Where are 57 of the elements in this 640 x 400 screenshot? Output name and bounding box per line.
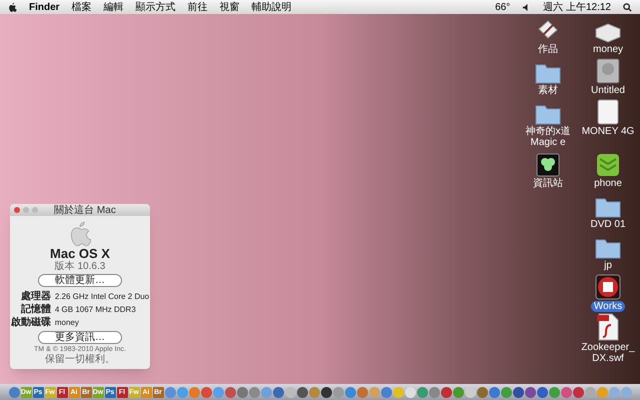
dock-app-icon[interactable] <box>536 386 548 398</box>
clover-icon <box>536 153 560 177</box>
folder-icon <box>595 237 621 259</box>
menu-item[interactable]: 輔助說明 <box>252 0 292 14</box>
folder-icon <box>535 103 561 125</box>
rights-text: 保留一切權利。 <box>45 354 115 365</box>
flash-file-icon <box>596 313 620 341</box>
spec-label: 記憶體 <box>20 304 51 315</box>
search-icon[interactable] <box>623 2 632 12</box>
menu-clock[interactable]: 週六 上午12:12 <box>543 0 611 14</box>
drive-icon <box>594 23 622 43</box>
minimize-button[interactable] <box>23 207 29 213</box>
os-name: Mac OS X <box>50 246 110 261</box>
temperature-reading[interactable]: 66° <box>495 0 510 14</box>
icon-label[interactable]: 作品 <box>535 44 561 55</box>
menu-item[interactable]: 檔案 <box>72 0 92 14</box>
dock-app-icon[interactable] <box>572 386 584 398</box>
icon-label[interactable]: 素材 <box>535 85 561 96</box>
folder-icon <box>535 62 561 84</box>
icon-label[interactable]: Works <box>590 301 626 312</box>
icon-label[interactable]: money <box>590 44 626 55</box>
icon-label[interactable]: Zookeeper_DX.swf <box>578 342 638 364</box>
apple-logo-icon <box>69 220 91 246</box>
icon-label[interactable]: 神奇的x道 Magic e <box>518 126 578 148</box>
dock-app-icon[interactable] <box>440 386 452 398</box>
close-button[interactable] <box>14 207 20 213</box>
apple-icon[interactable] <box>8 2 17 12</box>
menu-item[interactable]: Finder <box>29 0 60 14</box>
icon-label[interactable]: DVD 01 <box>587 219 628 230</box>
menu-item[interactable]: 前往 <box>188 0 208 14</box>
menu-item[interactable]: 視窗 <box>220 0 240 14</box>
version-text: 版本 10.6.3 <box>54 261 106 272</box>
spec-value: 4 GB 1067 MHz DDR3 <box>54 304 137 315</box>
menu-item[interactable]: 顯示方式 <box>136 0 176 14</box>
window-title: 關於這台 Mac <box>53 204 117 216</box>
chevron-stripes-icon <box>596 153 620 177</box>
folder-icon <box>595 196 621 218</box>
dock-app-icon[interactable] <box>296 386 308 398</box>
icon-label[interactable]: 資訊站 <box>530 178 566 189</box>
icon-label[interactable]: Untitled <box>588 85 628 96</box>
spec-value: money <box>54 317 80 328</box>
icon-label[interactable]: MONEY 4G <box>578 126 638 137</box>
icon-label[interactable]: jp <box>601 260 615 271</box>
spec-label: 啟動磁碟 <box>10 317 51 328</box>
dock-app-icon[interactable] <box>512 386 524 398</box>
dial-icon <box>595 274 621 300</box>
dock-app-icon[interactable] <box>524 386 536 398</box>
more-info-button[interactable]: 更多資訊… <box>38 331 122 344</box>
menu-item[interactable]: 編輯 <box>104 0 124 14</box>
dock-app-icon[interactable] <box>272 386 284 398</box>
spec-value: 2.26 GHz Intel Core 2 Duo <box>54 291 150 302</box>
icon-label[interactable]: phone <box>591 178 625 189</box>
dock-app-icon[interactable] <box>320 386 332 398</box>
software-update-button[interactable]: 軟體更新… <box>38 274 122 287</box>
zoom-button[interactable] <box>32 207 38 213</box>
drive-icon <box>597 99 619 125</box>
spec-label: 處理器 <box>20 291 51 302</box>
